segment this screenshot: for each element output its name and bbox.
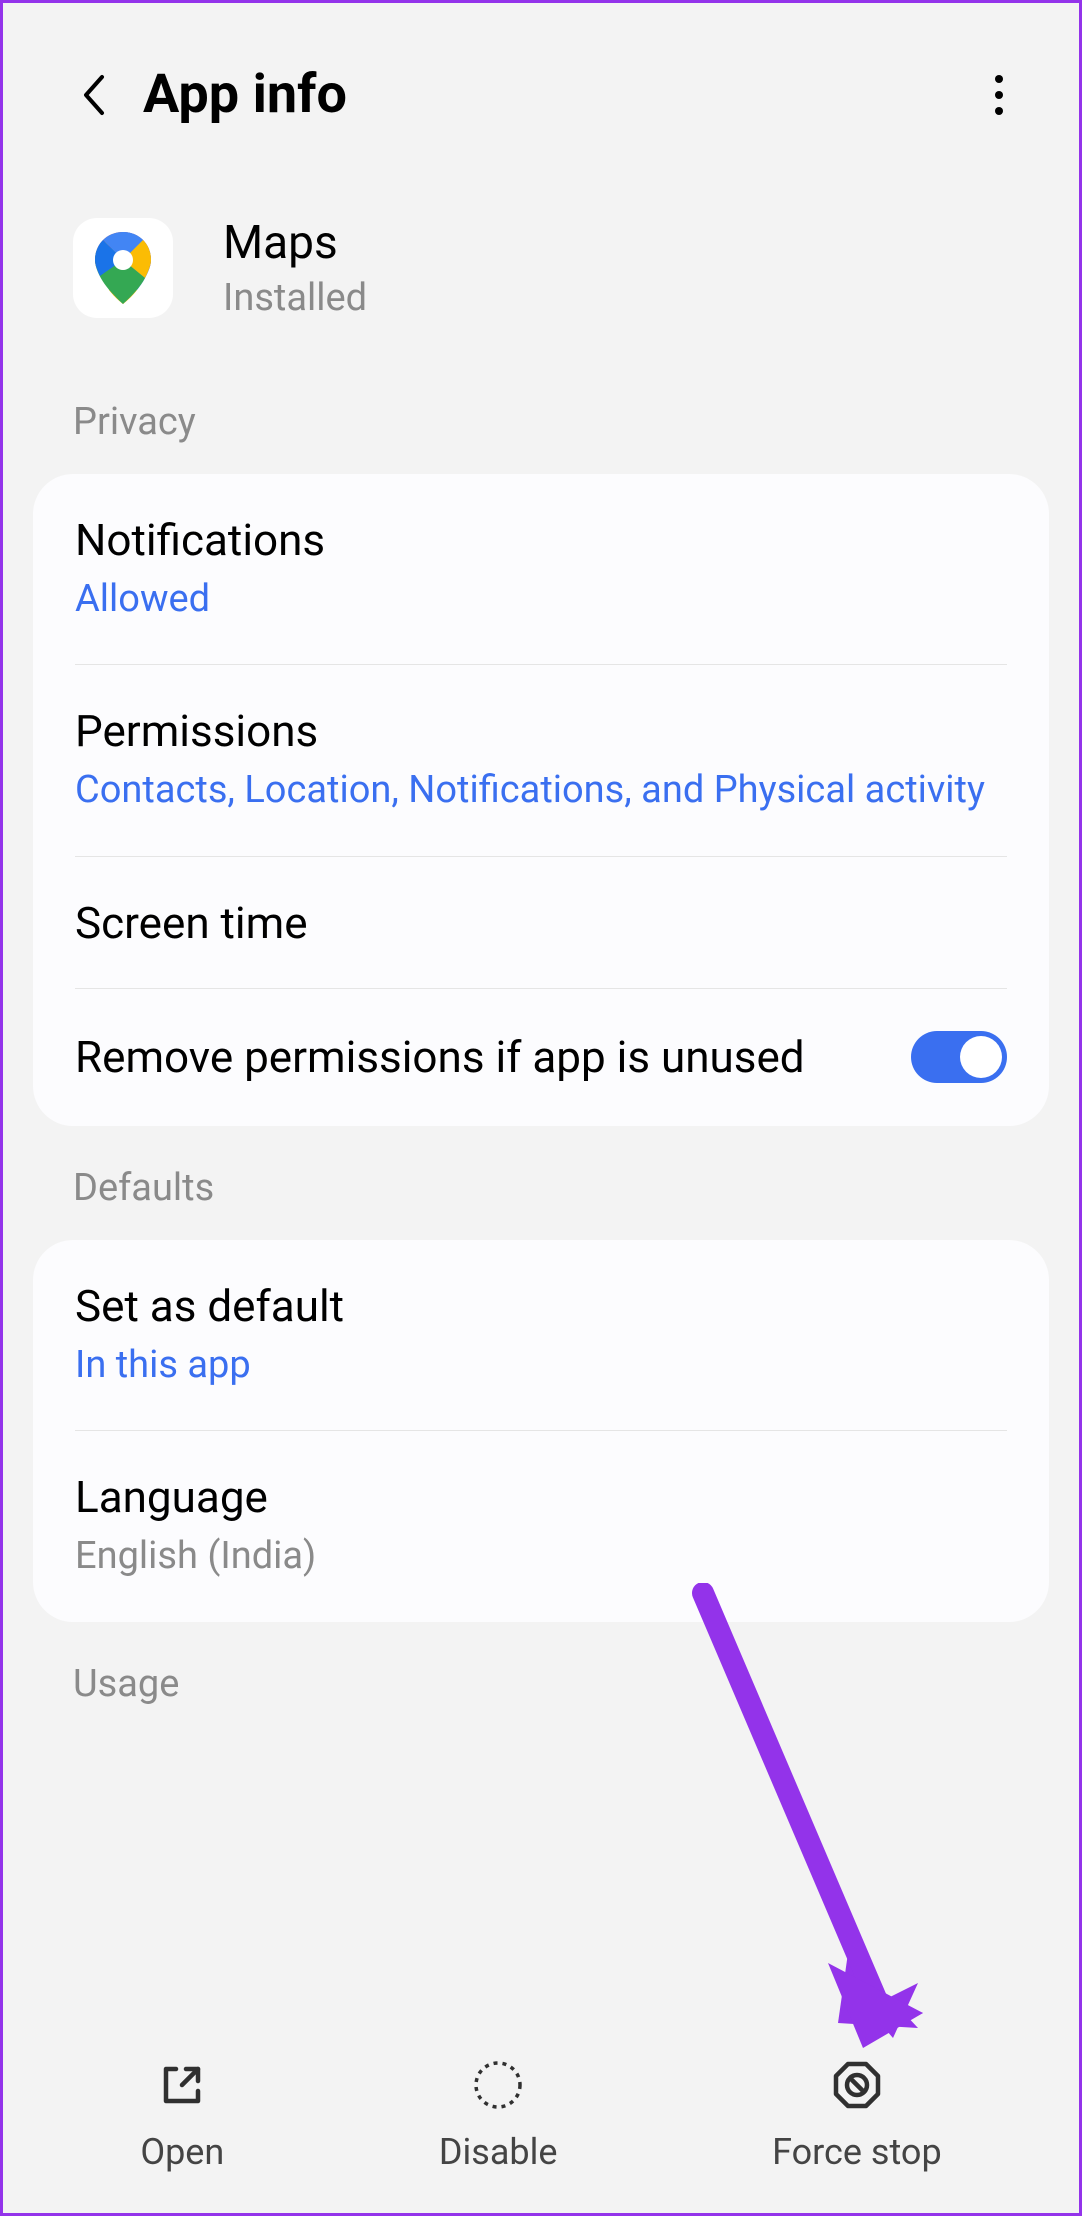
open-label: Open — [140, 2131, 224, 2173]
notifications-item[interactable]: Notifications Allowed — [33, 474, 1049, 665]
language-item[interactable]: Language English (India) — [33, 1431, 1049, 1622]
bottom-action-bar: Open Disable Force stop — [33, 2055, 1049, 2173]
defaults-card: Set as default In this app Language Engl… — [33, 1240, 1049, 1623]
force-stop-button[interactable]: Force stop — [772, 2055, 942, 2173]
section-title-privacy: Privacy — [3, 370, 1079, 464]
item-title: Permissions — [75, 705, 1007, 757]
disable-label: Disable — [439, 2131, 558, 2173]
more-vert-icon — [994, 73, 1004, 117]
item-title: Remove permissions if app is unused — [75, 1029, 881, 1086]
force-stop-icon — [827, 2055, 887, 2115]
app-icon-maps — [73, 218, 173, 318]
section-title-defaults: Defaults — [3, 1136, 1079, 1230]
app-info-row: Maps Installed — [3, 156, 1079, 370]
more-options-button[interactable] — [979, 75, 1019, 115]
chevron-left-icon — [80, 73, 106, 117]
item-title: Set as default — [75, 1280, 1007, 1332]
google-maps-pin-icon — [95, 232, 151, 304]
item-sub: Allowed — [75, 574, 1007, 625]
screen-time-item[interactable]: Screen time — [33, 857, 1049, 989]
back-button[interactable] — [73, 75, 113, 115]
app-status: Installed — [223, 276, 367, 320]
privacy-card: Notifications Allowed Permissions Contac… — [33, 474, 1049, 1126]
item-title: Language — [75, 1471, 1007, 1523]
item-sub: English (India) — [75, 1531, 1007, 1582]
page-title: App info — [143, 63, 979, 126]
set-as-default-item[interactable]: Set as default In this app — [33, 1240, 1049, 1431]
open-icon — [152, 2055, 212, 2115]
item-title: Screen time — [75, 897, 1007, 949]
item-sub: Contacts, Location, Notifications, and P… — [75, 765, 1007, 816]
section-title-usage: Usage — [3, 1632, 1079, 1726]
app-name: Maps — [223, 216, 367, 270]
item-title: Notifications — [75, 514, 1007, 566]
remove-permissions-item[interactable]: Remove permissions if app is unused — [33, 989, 1049, 1126]
disable-icon — [468, 2055, 528, 2115]
permissions-item[interactable]: Permissions Contacts, Location, Notifica… — [33, 665, 1049, 856]
force-stop-label: Force stop — [772, 2131, 942, 2173]
open-button[interactable]: Open — [140, 2055, 224, 2173]
item-sub: In this app — [75, 1340, 1007, 1391]
remove-permissions-toggle[interactable] — [911, 1031, 1007, 1083]
disable-button[interactable]: Disable — [439, 2055, 558, 2173]
